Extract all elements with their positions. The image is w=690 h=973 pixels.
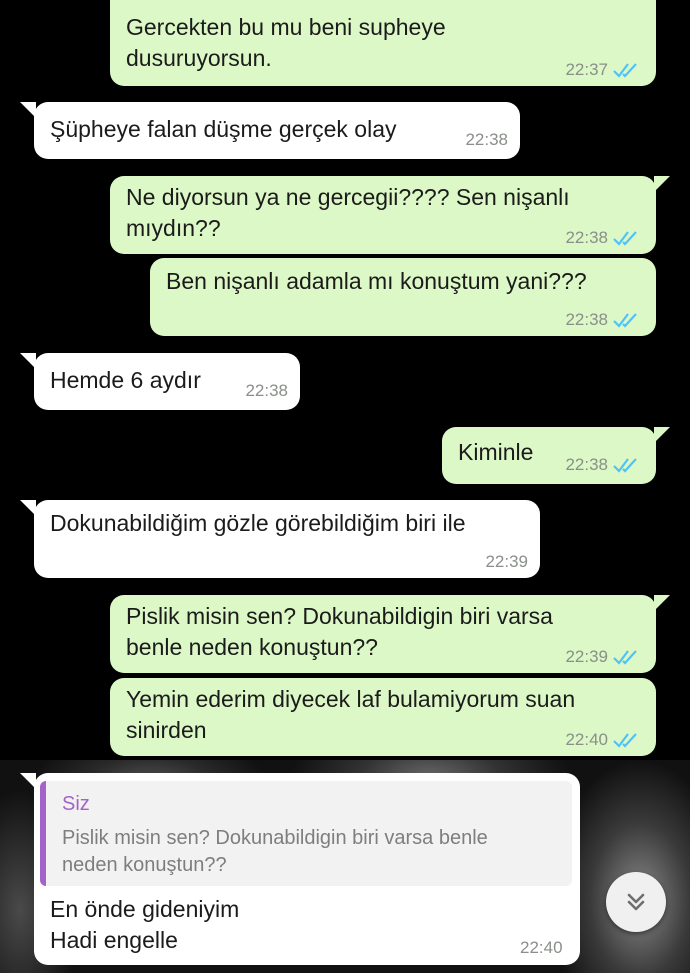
message-time: 22:40: [565, 730, 608, 749]
message-text: Kiminle: [458, 439, 534, 465]
message-time: 22:39: [485, 552, 528, 571]
scroll-to-bottom-button[interactable]: [606, 872, 666, 932]
message-time: 22:39: [565, 647, 608, 666]
message-time: 22:38: [245, 381, 288, 400]
outgoing-message[interactable]: Ne diyorsun ya ne gercegii???? Sen nişan…: [110, 176, 670, 254]
message-time: 22:38: [465, 130, 508, 149]
message-meta: 22:38: [465, 130, 508, 150]
incoming-message[interactable]: Dokunabildiğim gözle görebildiğim biri i…: [20, 500, 540, 578]
message-time: 22:40: [520, 938, 563, 957]
message-text: Ne diyorsun ya ne gercegii???? Sen nişan…: [126, 184, 570, 241]
chat-area: Gercekten bu mu beni supheye dusuruyorsu…: [0, 0, 690, 973]
outgoing-message[interactable]: Kiminle 22:38: [442, 427, 670, 484]
message-time: 22:38: [565, 310, 608, 329]
message-text: Pislik misin sen? Dokunabildigin biri va…: [126, 603, 553, 660]
outgoing-message[interactable]: Gercekten bu mu beni supheye dusuruyorsu…: [110, 0, 656, 86]
quoted-author: Siz: [62, 793, 90, 815]
message-text: En önde gideniyim Hadi engelle: [50, 896, 240, 953]
outgoing-message[interactable]: Yemin ederim diyecek laf bulamiyorum sua…: [110, 678, 656, 756]
message-text: Ben nişanlı adamla mı konuştum yani???: [166, 268, 587, 294]
message-meta: 22:38: [565, 455, 642, 475]
double-check-read-icon: [613, 650, 637, 665]
message-text: Hemde 6 aydır: [50, 367, 201, 393]
quoted-message[interactable]: Siz Pislik misin sen? Dokunabildigin bir…: [40, 781, 572, 886]
double-check-read-icon: [613, 63, 637, 78]
message-meta: 22:37: [565, 60, 642, 80]
message-text: Dokunabildiğim gözle görebildiğim biri i…: [50, 510, 466, 536]
quoted-text: Pislik misin sen? Dokunabildigin biri va…: [62, 827, 488, 876]
double-check-read-icon: [613, 733, 637, 748]
message-time: 22:38: [565, 228, 608, 247]
message-text: Şüpheye falan düşme gerçek olay: [50, 116, 397, 142]
incoming-message[interactable]: Şüpheye falan düşme gerçek olay 22:38: [20, 102, 520, 159]
outgoing-message[interactable]: Pislik misin sen? Dokunabildigin biri va…: [110, 595, 670, 673]
double-check-read-icon: [613, 458, 637, 473]
message-time: 22:38: [565, 455, 608, 474]
incoming-message[interactable]: Hemde 6 aydır 22:38: [20, 353, 300, 410]
double-check-read-icon: [613, 231, 637, 246]
message-meta: 22:40: [565, 730, 642, 750]
double-check-read-icon: [613, 313, 637, 328]
message-text: Gercekten bu mu beni supheye dusuruyorsu…: [126, 14, 446, 71]
double-chevron-down-icon: [627, 893, 645, 911]
message-meta: 22:39: [565, 647, 642, 667]
message-text: Yemin ederim diyecek laf bulamiyorum sua…: [126, 686, 576, 743]
outgoing-message[interactable]: Ben nişanlı adamla mı konuştum yani??? 2…: [150, 258, 656, 336]
message-meta: 22:40: [520, 938, 563, 958]
message-meta: 22:39: [485, 552, 528, 572]
message-time: 22:37: [565, 60, 608, 79]
message-meta: 22:38: [565, 310, 642, 330]
message-meta: 22:38: [245, 381, 288, 401]
message-meta: 22:38: [565, 228, 642, 248]
